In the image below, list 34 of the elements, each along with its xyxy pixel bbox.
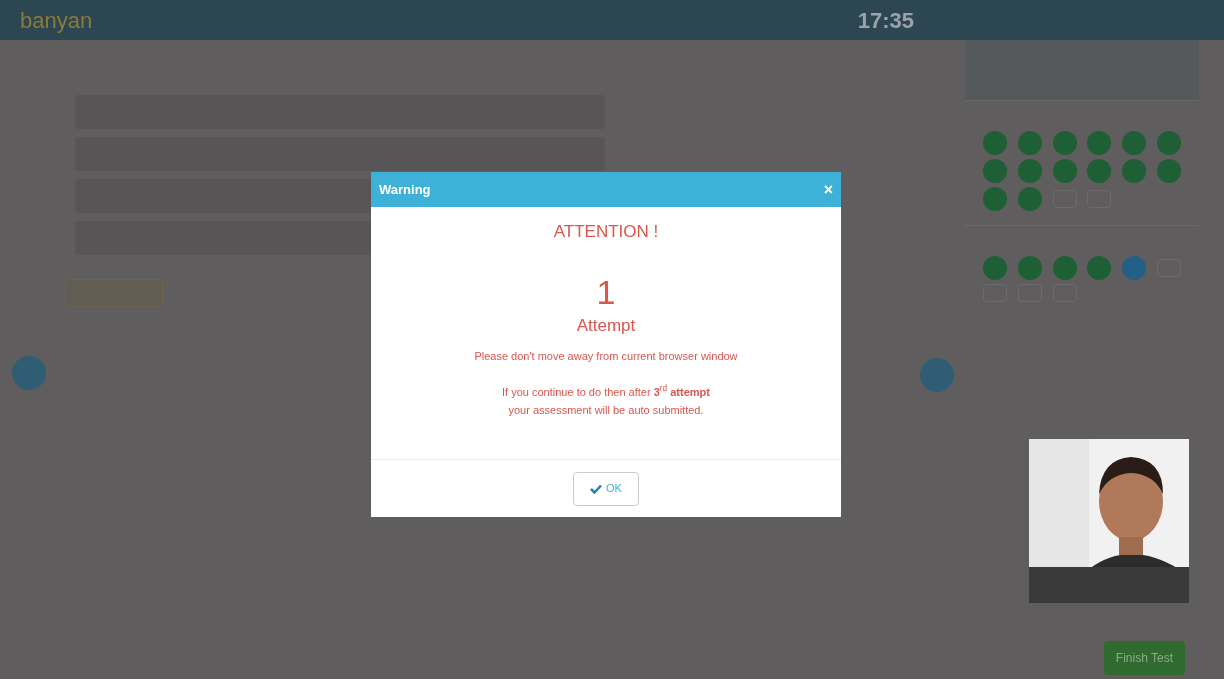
question-number-button[interactable] bbox=[1018, 256, 1042, 280]
logo: banyan bbox=[20, 6, 93, 35]
question-number-button[interactable] bbox=[1122, 256, 1146, 280]
question-number-button[interactable] bbox=[1156, 159, 1181, 183]
question-number-button[interactable] bbox=[983, 159, 1008, 183]
question-number-button[interactable] bbox=[1087, 131, 1112, 155]
dialog-title: Warning bbox=[379, 180, 431, 199]
warning-message: Please don't move away from current browser window bbox=[474, 349, 738, 364]
attempt-count: 1 bbox=[596, 274, 616, 309]
question-number-button[interactable] bbox=[1018, 159, 1042, 183]
question-number-button[interactable] bbox=[1018, 131, 1042, 155]
question-number-button[interactable] bbox=[1052, 131, 1077, 155]
question-number-button[interactable] bbox=[983, 256, 1008, 280]
question-number-button[interactable] bbox=[1122, 159, 1146, 183]
question-number-button[interactable] bbox=[1156, 131, 1181, 155]
previous-button[interactable] bbox=[12, 356, 46, 390]
question-number-button[interactable] bbox=[1018, 187, 1042, 211]
question-number-button[interactable] bbox=[1122, 131, 1146, 155]
question-number-button[interactable] bbox=[1052, 159, 1077, 183]
attention-heading: ATTENTION ! bbox=[553, 221, 659, 243]
timer: 17:35 bbox=[857, 6, 914, 35]
close-button[interactable]: × bbox=[823, 181, 833, 198]
finish-button[interactable]: Finish Test bbox=[1103, 641, 1185, 675]
auto-submit-note: If you continue to do then after 3$^{rd}$ attempt bbox=[502, 383, 710, 400]
question-number-button[interactable] bbox=[983, 131, 1008, 155]
auto-submit-note: your assessment will be auto submitted. bbox=[508, 402, 704, 418]
ok-button[interactable]: OK bbox=[573, 471, 639, 506]
checkmark-icon bbox=[590, 483, 603, 494]
question-number-button[interactable] bbox=[1052, 256, 1077, 280]
attempt-label: Attempt bbox=[576, 314, 636, 337]
question-number-button[interactable] bbox=[1087, 256, 1112, 280]
question-number-button[interactable] bbox=[1087, 159, 1112, 183]
question-number-button[interactable] bbox=[983, 187, 1008, 211]
next-button[interactable] bbox=[920, 358, 954, 392]
